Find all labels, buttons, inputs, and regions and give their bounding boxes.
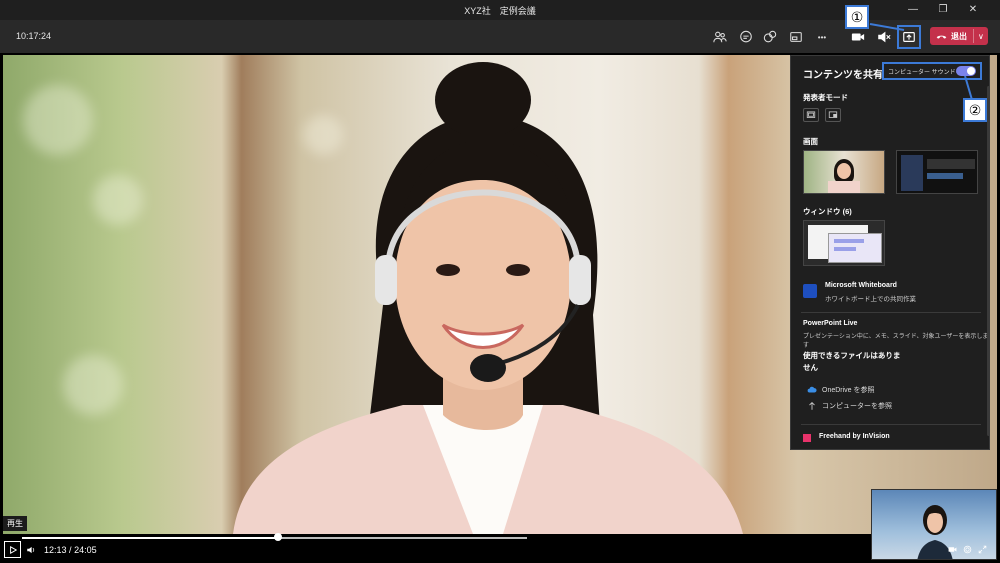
seek-progress: [22, 537, 279, 539]
volume-button[interactable]: [26, 545, 36, 557]
include-sound-toggle[interactable]: [956, 66, 976, 76]
settings-icon[interactable]: [963, 545, 972, 554]
camera-icon: [851, 33, 865, 41]
whiteboard-logo: [803, 284, 817, 298]
share-panel-title: コンテンツを共有: [803, 70, 883, 81]
no-files-line-2: せん: [803, 363, 818, 372]
play-icon: [9, 545, 17, 554]
presenter-mode-standout-button[interactable]: [803, 108, 819, 122]
share-content-panel: コンテンツを共有 コンピューター サウンドを含む 発表者モード 画面 ウィンドウ…: [790, 55, 990, 450]
volume-icon: [27, 546, 35, 554]
monitor-icon: [806, 111, 816, 118]
minimize-button[interactable]: —: [902, 2, 924, 18]
reactions-button[interactable]: [758, 25, 782, 49]
cloud-icon: [807, 386, 817, 393]
panel-scrollbar[interactable]: [987, 86, 989, 436]
share-screen-icon: [903, 32, 915, 42]
participants-button[interactable]: [708, 25, 732, 49]
view-button[interactable]: [784, 25, 808, 49]
maximize-button[interactable]: ❐: [932, 2, 954, 18]
callout-step-1: ①: [845, 5, 869, 29]
screen-thumbnail-2[interactable]: [896, 150, 978, 194]
section-divider: [801, 312, 981, 313]
whiteboard-subtitle: ホワイトボード上での共同作業: [825, 296, 916, 303]
browse-computer-link[interactable]: コンピューターを参照: [807, 401, 892, 411]
meeting-clock: 10:17:24: [16, 31, 52, 41]
seek-knob[interactable]: [274, 533, 283, 541]
powerpoint-live-heading: PowerPoint Live: [803, 320, 858, 327]
callout-step-2: ②: [963, 98, 987, 122]
playback-time: 12:13 / 24:05: [44, 545, 97, 555]
time-separator: /: [69, 545, 72, 555]
presenter-mode-side-button[interactable]: [825, 108, 841, 122]
freehand-title[interactable]: Freehand by InVision: [819, 433, 890, 440]
duration: 24:05: [74, 545, 97, 555]
chat-icon: [740, 30, 752, 43]
window-thumbnail[interactable]: [803, 220, 885, 266]
no-files-line-1: 使用できるファイルはありま: [803, 351, 901, 360]
whiteboard-title[interactable]: Microsoft Whiteboard: [825, 282, 897, 289]
toggle-knob: [967, 67, 975, 75]
presenter-mode-heading: 発表者モード: [803, 93, 848, 102]
people-icon: [713, 31, 727, 43]
more-actions-button[interactable]: •••: [810, 25, 834, 49]
play-button[interactable]: [4, 541, 21, 558]
self-view-controls: [948, 545, 987, 554]
leave-button[interactable]: 退出 ∨: [930, 27, 988, 45]
mute-button[interactable]: [872, 25, 896, 49]
camera-off-icon[interactable]: [948, 545, 957, 554]
section-divider: [801, 424, 981, 425]
chat-button[interactable]: [734, 25, 758, 49]
play-tooltip: 再生: [3, 516, 27, 531]
view-icon: [790, 32, 802, 42]
current-time: 12:13: [44, 545, 67, 555]
speaker-muted-icon: [878, 31, 891, 43]
expand-icon[interactable]: [978, 545, 987, 554]
freehand-logo: [803, 434, 811, 442]
leave-options-chevron[interactable]: ∨: [978, 32, 984, 41]
close-window-button[interactable]: ✕: [962, 2, 984, 18]
screen-heading: 画面: [803, 137, 818, 146]
reaction-icon: [763, 30, 777, 43]
leave-label: 退出: [951, 31, 967, 41]
screen-thumbnail-1[interactable]: [803, 150, 885, 194]
phone-hangup-icon: [936, 35, 947, 39]
side-by-side-icon: [828, 111, 838, 118]
upload-icon: [809, 401, 815, 410]
powerpoint-live-description: プレゼンテーション中に、メモ、スライド、対象ユーザーを表示します: [803, 334, 989, 349]
browse-onedrive-link[interactable]: OneDrive を参照: [807, 385, 875, 395]
include-sound-setting[interactable]: コンピューター サウンドを含む: [882, 62, 982, 80]
share-content-button[interactable]: [897, 25, 921, 49]
window-heading: ウィンドウ (6): [803, 207, 852, 216]
onedrive-label: OneDrive を参照: [822, 387, 875, 394]
computer-label: コンピューターを参照: [822, 403, 892, 410]
leave-separator: [973, 29, 974, 43]
